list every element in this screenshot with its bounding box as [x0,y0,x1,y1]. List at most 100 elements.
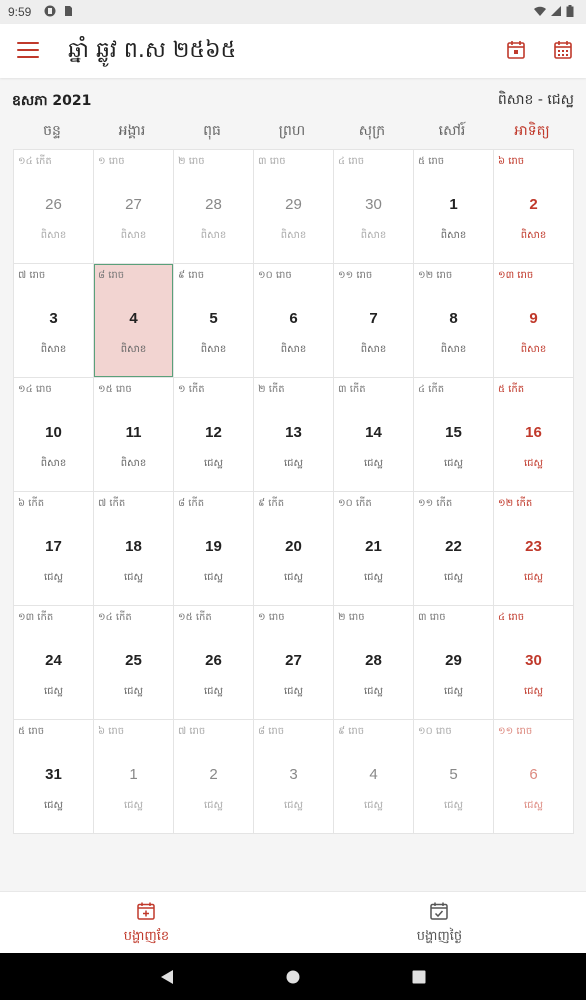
day-cell[interactable]: ៦ រោច 2 ពិសាខ [494,150,573,263]
day-cell[interactable]: ៣ រោច 29 ជេស្ឋ [414,606,493,719]
lunar-day-label: ២ រោច [178,156,205,167]
day-cell[interactable]: ១០ រោច 5 ជេស្ឋ [414,720,493,833]
day-cell[interactable]: ៨ កើត 19 ជេស្ឋ [174,492,253,605]
weekday-fri: សុក្រ [358,123,386,139]
back-icon[interactable] [158,968,176,986]
day-cell[interactable]: ១១ រោច 6 ជេស្ឋ [494,720,573,833]
menu-icon[interactable] [17,42,39,60]
day-cell[interactable]: ១៥ រោច 11 ពិសាខ [94,378,173,491]
recents-icon[interactable] [410,968,428,986]
app-bar: ឆ្នាំ ឆ្លូវ ព.ស ២៥៦៥ [0,24,586,78]
lunar-month-label: ជេស្ឋ [123,572,144,583]
lunar-day-label: ១៥ រោច [98,384,132,395]
day-cell[interactable]: ៤ រោច 30 ពិសាខ [334,150,413,263]
nav-day-view[interactable]: បង្ហាញថ្ងៃ [293,892,586,954]
day-cell[interactable]: ១៤ រោច 10 ពិសាខ [14,378,93,491]
day-number: 18 [125,538,142,555]
lunar-month-label: ជេស្ឋ [123,800,144,811]
day-cell[interactable]: ១ រោច 27 ជេស្ឋ [254,606,333,719]
lunar-day-label: ១៤ កើត [98,612,132,623]
lunar-month-range: ពិសាខ - ជេស្ឋ [497,92,574,108]
calendar-plus-icon [137,902,155,920]
weekday-wed: ពុធ [203,123,221,139]
calendar-today-icon[interactable] [506,40,526,60]
day-cell[interactable]: ៩ រោច 5 ពិសាខ [174,264,253,377]
day-number: 22 [445,538,462,555]
lunar-month-label: ជេស្ឋ [363,800,384,811]
lunar-day-label: ៥ កើត [498,384,525,395]
day-cell[interactable]: ១០ កើត 21 ជេស្ឋ [334,492,413,605]
day-cell-today[interactable]: ៨ រោច 4 ពិសាខ [94,264,173,377]
lunar-day-label: ៤ រោច [498,612,525,623]
lunar-day-label: ៨ រោច [98,270,125,281]
sd-card-icon [65,6,72,16]
day-number: 24 [45,652,62,669]
day-cell[interactable]: ៩ កើត 20 ជេស្ឋ [254,492,333,605]
day-cell[interactable]: ១៣ កើត 24 ជេស្ឋ [14,606,93,719]
lunar-day-label: ៣ រោច [418,612,446,623]
day-cell[interactable]: ១៤ កើត 25 ជេស្ឋ [94,606,173,719]
day-cell[interactable]: ៨ រោច 3 ជេស្ឋ [254,720,333,833]
day-number: 11 [125,424,142,441]
day-cell[interactable]: ១៤ កើត 26 ពិសាខ [14,150,93,263]
day-number: 8 [449,310,458,327]
lunar-day-label: ៧ រោច [178,726,206,737]
day-cell[interactable]: ៤ រោច 30 ជេស្ឋ [494,606,573,719]
day-number: 9 [529,310,538,327]
day-number: 23 [525,538,542,555]
nav-day-label: បង្ហាញថ្ងៃ [416,929,463,944]
day-cell[interactable]: ១២ កើត 23 ជេស្ឋ [494,492,573,605]
day-number: 14 [365,424,382,441]
system-nav-bar [0,953,586,1000]
lunar-day-label: ៥ រោច [18,726,45,737]
nav-month-view[interactable]: បង្ហាញខែ [0,892,293,954]
home-icon[interactable] [284,968,302,986]
day-cell[interactable]: ៥ រោច 31 ជេស្ឋ [14,720,93,833]
app-notification-icon [44,5,56,17]
lunar-month-label: ជេស្ឋ [523,686,544,697]
day-cell[interactable]: ៥ កើត 16 ជេស្ឋ [494,378,573,491]
day-number: 3 [49,310,58,327]
lunar-day-label: ១៤ កើត [18,156,52,167]
day-cell[interactable]: ១ រោច 27 ពិសាខ [94,150,173,263]
day-cell[interactable]: ៤ កើត 15 ជេស្ឋ [414,378,493,491]
day-cell[interactable]: ៣ រោច 29 ពិសាខ [254,150,333,263]
lunar-month-label: ពិសាខ [520,230,547,241]
day-cell[interactable]: ១១ កើត 22 ជេស្ឋ [414,492,493,605]
lunar-month-label: ពិសាខ [360,230,387,241]
lunar-day-label: ៦ កើត [18,498,45,509]
lunar-month-label: ពិសាខ [40,344,67,355]
day-cell[interactable]: ៣ កើត 14 ជេស្ឋ [334,378,413,491]
day-cell[interactable]: ៦ កើត 17 ជេស្ឋ [14,492,93,605]
day-cell[interactable]: ៧ រោច 2 ជេស្ឋ [174,720,253,833]
lunar-day-label: ៧ រោច [18,270,46,281]
day-cell[interactable]: ២ កើត 13 ជេស្ឋ [254,378,333,491]
day-cell[interactable]: ៧ រោច 3 ពិសាខ [14,264,93,377]
day-cell[interactable]: ៥ រោច 1 ពិសាខ [414,150,493,263]
lunar-day-label: ១ រោច [258,612,285,623]
lunar-month-label: ពិសាខ [440,230,467,241]
lunar-day-label: ៤ រោច [338,156,365,167]
day-cell[interactable]: ១២ រោច 8 ពិសាខ [414,264,493,377]
day-cell[interactable]: ១៥ កើត 26 ជេស្ឋ [174,606,253,719]
day-number: 27 [285,652,302,669]
day-cell[interactable]: ១៣ រោច 9 ពិសាខ [494,264,573,377]
weekday-sun: អាទិត្យ [514,123,550,139]
day-cell[interactable]: ៩ រោច 4 ជេស្ឋ [334,720,413,833]
lunar-month-label: ពិសាខ [40,458,67,469]
day-cell[interactable]: ១០ រោច 6 ពិសាខ [254,264,333,377]
lunar-month-label: ពិសាខ [40,230,67,241]
lunar-month-label: ជេស្ឋ [43,800,64,811]
day-number: 10 [45,424,62,441]
day-cell[interactable]: ១១ រោច 7 ពិសាខ [334,264,413,377]
day-cell[interactable]: ៧ កើត 18 ជេស្ឋ [94,492,173,605]
day-cell[interactable]: ៦ រោច 1 ជេស្ឋ [94,720,173,833]
calendar-check-icon [430,902,448,920]
lunar-day-label: ៥ រោច [418,156,445,167]
day-cell[interactable]: ២ រោច 28 ពិសាខ [174,150,253,263]
day-cell[interactable]: ២ រោច 28 ជេស្ឋ [334,606,413,719]
day-cell[interactable]: ១ កើត 12 ជេស្ឋ [174,378,253,491]
calendar-grid-icon[interactable] [553,40,573,60]
day-number: 28 [205,196,222,213]
lunar-day-label: ៨ កើត [178,498,205,509]
